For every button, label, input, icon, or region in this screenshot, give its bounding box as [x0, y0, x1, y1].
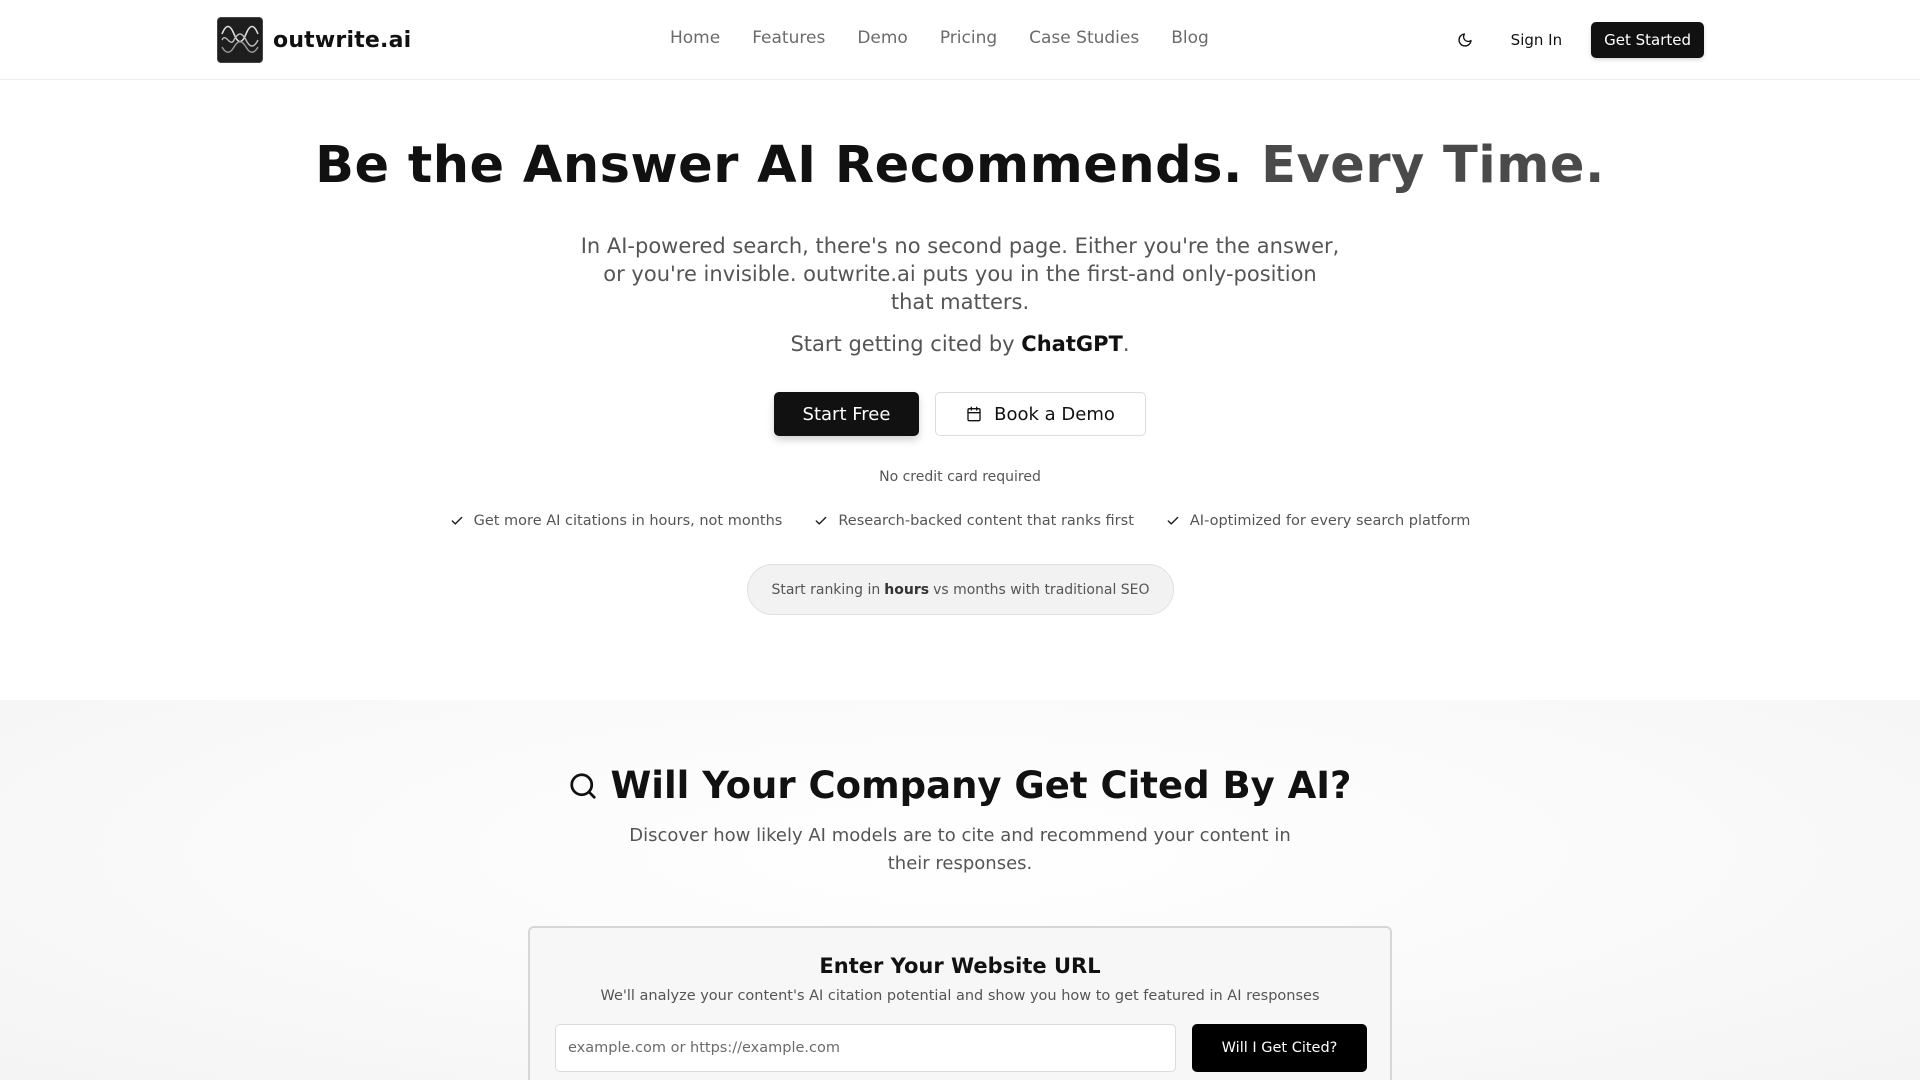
hero-title-main: Be the Answer AI Recommends.: [315, 136, 1243, 195]
hero-title: Be the Answer AI Recommends. Every Time.: [0, 136, 1920, 195]
no-credit-card-note: No credit card required: [879, 469, 1041, 485]
brand[interactable]: outwrite.ai: [217, 17, 411, 63]
hero-subtitle: In AI-powered search, there's no second …: [580, 234, 1340, 314]
cited-prefix: Start getting cited by: [790, 332, 1015, 356]
ranking-pill: Start ranking in hours vs months with tr…: [747, 564, 1174, 615]
pill-prefix: Start ranking in: [771, 581, 881, 598]
top-navbar: outwrite.ai Home Features Demo Pricing C…: [0, 0, 1920, 80]
section-subtitle: Discover how likely AI models are to cit…: [629, 825, 1291, 874]
nav-blog[interactable]: Blog: [1171, 28, 1209, 48]
nav-features[interactable]: Features: [752, 28, 825, 48]
section-title: Will Your Company Get Cited By AI?: [0, 764, 1920, 807]
feature-label: Research-backed content that ranks first: [838, 513, 1134, 529]
url-check-card: Enter Your Website URL We'll analyze you…: [528, 926, 1392, 1080]
book-demo-label: Book a Demo: [994, 403, 1115, 425]
theme-toggle-button[interactable]: [1447, 22, 1483, 58]
moon-icon: [1458, 33, 1472, 47]
feature-label: AI-optimized for every search platform: [1189, 513, 1471, 529]
card-subtitle: We'll analyze your content's AI citation…: [600, 988, 1320, 1004]
feature-item: AI-optimized for every search platform: [1166, 513, 1471, 529]
waveform-logo-icon: [217, 17, 263, 63]
nav-case-studies[interactable]: Case Studies: [1029, 28, 1139, 48]
pill-suffix: vs months with traditional SEO: [933, 581, 1150, 598]
search-icon: [570, 772, 597, 799]
sign-in-link[interactable]: Sign In: [1511, 31, 1562, 49]
nav-demo[interactable]: Demo: [857, 28, 908, 48]
hero-cta-row: Start Free Book a Demo: [774, 392, 1146, 436]
card-title: Enter Your Website URL: [819, 954, 1101, 978]
feature-list: Get more AI citations in hours, not mont…: [0, 513, 1920, 529]
cited-suffix: .: [1122, 332, 1130, 356]
pill-bold: hours: [884, 581, 930, 598]
will-i-get-cited-button[interactable]: Will I Get Cited?: [1192, 1024, 1367, 1072]
get-started-button[interactable]: Get Started: [1591, 22, 1704, 58]
check-icon: [815, 516, 827, 525]
main-nav: Home Features Demo Pricing Case Studies …: [670, 28, 1241, 48]
check-icon: [451, 516, 463, 525]
feature-item: Research-backed content that ranks first: [814, 513, 1134, 529]
nav-actions: Sign In Get Started: [1447, 22, 1704, 58]
website-url-input[interactable]: [555, 1024, 1176, 1072]
nav-home[interactable]: Home: [670, 28, 720, 48]
start-free-button[interactable]: Start Free: [774, 392, 919, 436]
hero-title-muted: Every Time.: [1261, 136, 1605, 195]
section-title-text: Will Your Company Get Cited By AI?: [610, 764, 1352, 807]
check-icon: [1167, 516, 1179, 525]
calendar-icon: [967, 406, 981, 422]
feature-label: Get more AI citations in hours, not mont…: [473, 513, 783, 529]
nav-pricing[interactable]: Pricing: [940, 28, 997, 48]
cited-by-line: Start getting cited by ChatGPT.: [0, 332, 1920, 356]
cited-ai-name: ChatGPT: [1021, 332, 1123, 356]
feature-item: Get more AI citations in hours, not mont…: [450, 513, 783, 529]
brand-name: outwrite.ai: [273, 27, 412, 53]
book-demo-button[interactable]: Book a Demo: [935, 392, 1146, 436]
